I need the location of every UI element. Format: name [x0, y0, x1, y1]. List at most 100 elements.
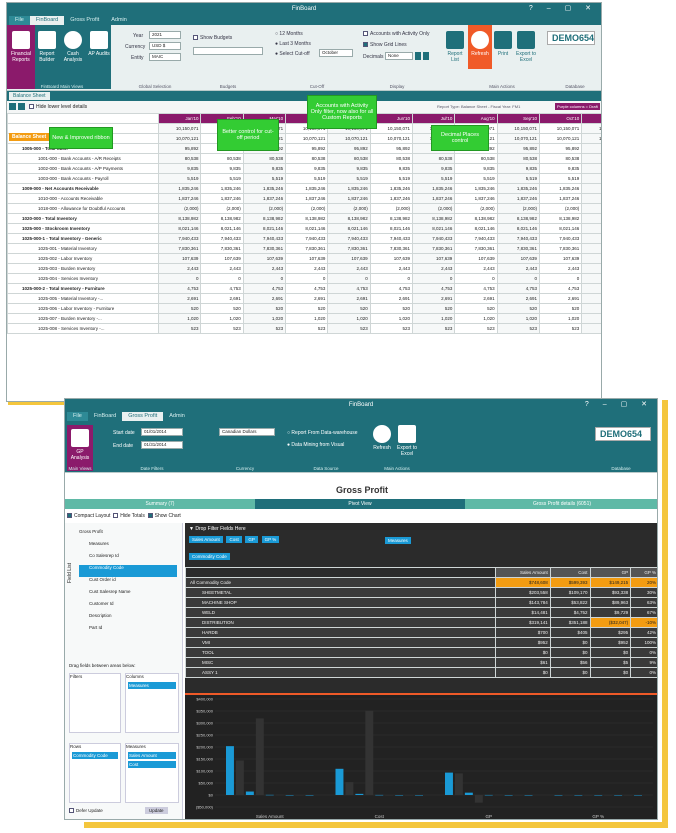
pivot-row[interactable]: DISTRIBUTION $319,141 $351,188 ($32,047) -10… — [185, 617, 657, 628]
chart-bar[interactable] — [245, 791, 254, 795]
field-item[interactable]: Co Salesrep Id — [79, 553, 177, 565]
pivot-row[interactable]: MISC $61 $56 $5 9% — [185, 657, 657, 668]
chart-bar[interactable] — [226, 746, 234, 795]
show-chart-checkbox[interactable]: Show Chart — [147, 513, 181, 519]
column-header[interactable]: Jul'10 — [412, 113, 456, 124]
chart-bar[interactable] — [614, 795, 623, 796]
tab-finboard[interactable]: FinBoard — [88, 412, 122, 421]
show-budgets-checkbox[interactable]: Show Budgets — [193, 35, 232, 41]
start-date-input[interactable]: 01/01/2014 — [141, 428, 183, 436]
column-header[interactable]: Jan'10 — [158, 113, 202, 124]
table-row[interactable]: 1025-003 - Burden Inventory 2,443 2,443 2,4… — [7, 263, 601, 274]
filter-drop-zone[interactable]: ▼ Drop Filter Fields Here — [185, 523, 657, 535]
cutoff-month-select[interactable]: October — [319, 49, 353, 57]
accounts-activity-checkbox[interactable]: Accounts with Activity Only — [363, 31, 429, 37]
column-header[interactable]: Nov'10 — [581, 113, 601, 124]
report-builder-button[interactable]: Report Builder — [34, 31, 60, 63]
pivot-row[interactable]: All Commodity Code $748,608 $599,393 $149,2… — [185, 577, 657, 588]
filters-area[interactable]: Filters — [69, 673, 121, 733]
chart-bar[interactable] — [335, 768, 344, 795]
column-header[interactable]: Sep'10 — [496, 113, 540, 124]
chart-bar[interactable] — [285, 795, 294, 796]
field-item[interactable]: Commodity Code — [79, 565, 177, 577]
chart-bar[interactable] — [305, 795, 314, 796]
table-row[interactable]: 1001-000 - Bank Accounts - A/R Receipts 8… — [7, 153, 601, 164]
column-header[interactable]: Oct'10 — [538, 113, 583, 124]
pivot-row[interactable]: VMI $952 $0 $952 100% — [185, 637, 657, 648]
chart-bar[interactable] — [464, 792, 473, 795]
columns-area[interactable]: Columns Measures — [125, 673, 179, 733]
table-row[interactable]: 1003-000 - Bank Accounts - Payroll 5,519 5… — [7, 173, 601, 184]
chart-bar[interactable] — [395, 795, 404, 796]
chart-bar[interactable] — [415, 795, 423, 796]
chart-bar[interactable] — [634, 795, 642, 796]
collapse-button[interactable] — [18, 103, 25, 110]
pivot-row[interactable]: TOOL $0 $0 $0 0% — [185, 647, 657, 658]
column-header[interactable]: Aug'10 — [454, 113, 498, 124]
print-button[interactable]: Print — [493, 31, 513, 57]
measures-column-chip[interactable]: Measures — [385, 537, 411, 544]
chart-bar[interactable] — [564, 795, 573, 796]
chart-bar[interactable] — [375, 794, 384, 796]
chart-bar[interactable] — [255, 718, 264, 795]
update-button[interactable]: Update — [145, 807, 168, 814]
chart-bar[interactable] — [295, 794, 304, 796]
tab-file[interactable]: File — [9, 16, 30, 25]
compact-layout-checkbox[interactable]: Compact Layout — [67, 513, 110, 519]
table-row[interactable]: 1025-005 - Material Inventory -... 2,691 2… — [7, 293, 601, 304]
pivot-row[interactable]: HARDB $700 $405 $295 42% — [185, 627, 657, 638]
tab-admin[interactable]: Admin — [105, 16, 133, 25]
chart-bar[interactable] — [504, 795, 513, 796]
window-controls[interactable]: ? – ▢ ✕ — [585, 399, 653, 411]
measure-chip[interactable]: GP — [245, 536, 258, 543]
budget-select[interactable] — [193, 47, 263, 55]
table-row[interactable]: 1025-004 - Services Inventory00000000000 — [7, 273, 601, 284]
pivot-row[interactable]: MACHINE SHOP $143,784 $53,822 $89,963 63% — [185, 597, 657, 608]
field-item[interactable]: Customer Id — [79, 601, 177, 613]
source-visual-radio[interactable]: ● Data Mining from Visual — [287, 442, 344, 448]
rows-area[interactable]: Rows Commodity Code — [69, 743, 121, 803]
table-row[interactable]: 1002-000 - Bank Accounts - A/P Payments 9… — [7, 163, 601, 174]
columns-chip[interactable]: Measures — [128, 682, 176, 689]
database-select[interactable]: DEMO654 — [547, 31, 595, 45]
table-row[interactable]: 1025-001 - Material Inventory 7,830,361 7,… — [7, 243, 601, 254]
table-row[interactable]: 1020-000 - Total Inventory 8,138,982 8,138… — [7, 213, 601, 224]
decimal-increase-button[interactable] — [415, 52, 421, 60]
decimal-decrease-button[interactable] — [423, 52, 429, 60]
chart-bar[interactable] — [235, 760, 244, 795]
period-12-radio[interactable]: ○ 12 Months — [275, 31, 303, 37]
ap-audits-button[interactable]: AP Audits — [86, 31, 112, 57]
chart-bar[interactable] — [574, 795, 583, 796]
pivot-row[interactable]: SHEETMETAL $203,558 $109,170 $93,338 30% — [185, 587, 657, 598]
chart-bar[interactable] — [554, 795, 563, 796]
table-row[interactable]: 1009-000 - Net Accounts Receivable 1,835,… — [7, 183, 601, 194]
chart-bar[interactable] — [474, 795, 483, 803]
tab-summary[interactable]: Summary (7) — [65, 499, 255, 509]
period-cutoff-radio[interactable]: ● Select Cut-off — [275, 51, 310, 57]
expand-button[interactable] — [9, 103, 16, 110]
cash-analysis-button[interactable]: Cash Analysis — [60, 31, 86, 63]
defer-update-checkbox[interactable]: Defer Update — [69, 808, 103, 814]
chart-bar[interactable] — [514, 794, 523, 796]
currency-select[interactable]: Canadian Dollars — [219, 428, 275, 436]
chart-bar[interactable] — [494, 794, 503, 796]
table-row[interactable]: 1025-000-1 - Total Inventory - Generic 7,… — [7, 233, 601, 244]
table-row[interactable]: 1010-000 - Accounts Receivable 1,837,246 1… — [7, 193, 601, 204]
database-select[interactable]: DEMO654 — [595, 427, 651, 441]
refresh-button[interactable]: Refresh — [468, 25, 492, 69]
field-item[interactable]: Cust Salesrep Name — [79, 589, 177, 601]
hide-totals-checkbox[interactable]: Hide Totals — [113, 513, 145, 519]
chart-bar[interactable] — [484, 794, 493, 796]
chart-bar[interactable] — [365, 710, 374, 795]
measure-chip[interactable]: GP % — [261, 536, 280, 543]
chart-bar[interactable] — [385, 795, 394, 796]
pivot-column-header[interactable]: Sales Amount — [495, 567, 551, 578]
tab-admin[interactable]: Admin — [163, 412, 191, 421]
chart-bar[interactable] — [604, 795, 613, 796]
field-item[interactable]: Description — [79, 613, 177, 625]
pivot-row[interactable]: ASSY 1 $0 $0 $0 0% — [185, 667, 657, 678]
export-excel-button[interactable]: Export to Excel — [513, 31, 539, 63]
decimal-select[interactable]: None — [385, 52, 413, 60]
period-last3-radio[interactable]: ● Last 3 Months — [275, 41, 311, 47]
rows-chip[interactable]: Commodity Code — [72, 752, 118, 759]
